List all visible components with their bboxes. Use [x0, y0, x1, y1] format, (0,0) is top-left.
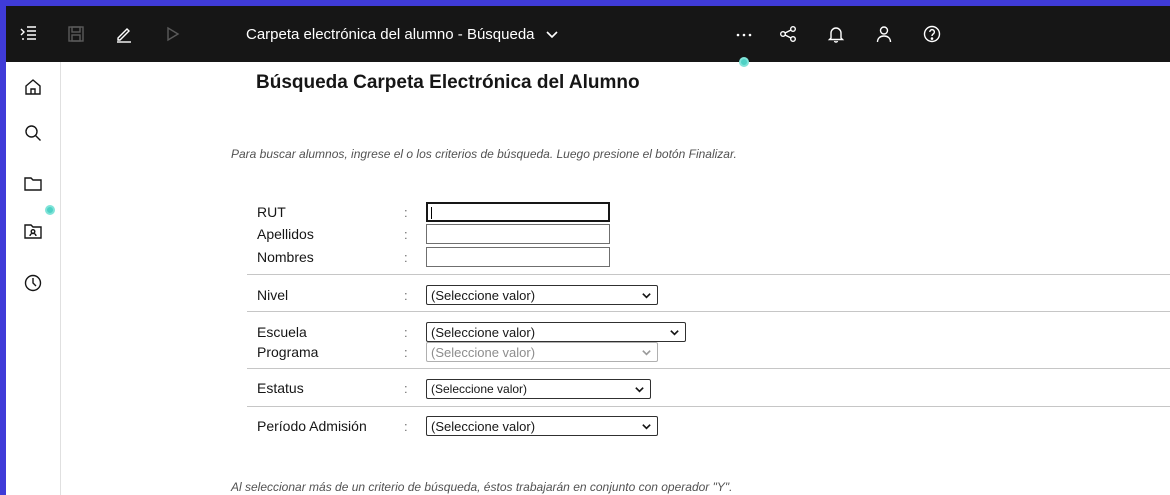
- escuela-value: (Seleccione valor): [431, 324, 536, 340]
- rut-label: RUT: [257, 204, 286, 220]
- nombres-colon: :: [404, 250, 408, 265]
- bell-icon[interactable]: [822, 20, 850, 48]
- page-title: Búsqueda Carpeta Electrónica del Alumno: [256, 72, 640, 93]
- report-title-dropdown[interactable]: Carpeta electrónica del alumno - Búsqued…: [246, 6, 559, 62]
- escuela-colon: :: [404, 325, 408, 340]
- home-icon[interactable]: [20, 74, 46, 100]
- report-title: Carpeta electrónica del alumno - Búsqued…: [246, 25, 535, 43]
- sidebar-indicator: [45, 205, 55, 215]
- periodo-admision-colon: :: [404, 419, 408, 434]
- play-icon[interactable]: [158, 20, 186, 48]
- nivel-select[interactable]: (Seleccione valor): [426, 285, 658, 305]
- apellidos-label: Apellidos: [257, 226, 314, 242]
- rut-field[interactable]: [426, 202, 610, 222]
- ellipsis-icon[interactable]: [730, 20, 758, 48]
- chevron-down-icon: [642, 293, 651, 299]
- contact-folder-icon[interactable]: [20, 218, 46, 244]
- periodo-admision-select[interactable]: (Seleccione valor): [426, 416, 658, 436]
- chevron-down-icon: [642, 424, 651, 430]
- activity-indicator: [739, 57, 749, 67]
- folder-icon[interactable]: [20, 170, 46, 196]
- programa-colon: :: [404, 345, 408, 360]
- chevron-down-icon: [642, 350, 651, 356]
- programa-label: Programa: [257, 344, 319, 360]
- estatus-colon: :: [404, 381, 408, 396]
- divider: [247, 406, 1170, 407]
- estatus-select[interactable]: (Seleccione valor): [426, 379, 651, 399]
- top-bar: Carpeta electrónica del alumno - Búsqued…: [6, 6, 1170, 62]
- apellidos-field[interactable]: [426, 224, 610, 244]
- search-icon[interactable]: [20, 120, 46, 146]
- user-icon[interactable]: [870, 20, 898, 48]
- chevron-down-icon: [670, 330, 679, 336]
- apellidos-colon: :: [404, 227, 408, 242]
- save-icon[interactable]: [62, 20, 90, 48]
- rut-colon: :: [404, 205, 408, 220]
- search-criteria-note: Al seleccionar más de un criterio de bús…: [231, 480, 733, 494]
- divider: [247, 368, 1170, 369]
- programa-select: (Seleccione valor): [426, 342, 658, 362]
- escuela-label: Escuela: [257, 324, 307, 340]
- nivel-label: Nivel: [257, 287, 289, 303]
- help-icon[interactable]: [918, 20, 946, 48]
- escuela-select[interactable]: (Seleccione valor): [426, 322, 686, 342]
- periodo-admision-label: Período Admisión: [257, 418, 367, 434]
- chevron-down-icon: [545, 31, 558, 39]
- main-content: Búsqueda Carpeta Electrónica del Alumno …: [61, 62, 1170, 495]
- clock-icon[interactable]: [20, 270, 46, 296]
- chevron-down-icon: [635, 387, 644, 393]
- text-caret: [431, 207, 432, 219]
- edit-icon[interactable]: [110, 20, 138, 48]
- menu-icon[interactable]: [14, 20, 42, 48]
- periodo-admision-value: (Seleccione valor): [431, 418, 536, 434]
- share-icon[interactable]: [774, 20, 802, 48]
- nivel-value: (Seleccione valor): [431, 287, 536, 303]
- divider: [247, 311, 1170, 312]
- estatus-label: Estatus: [257, 380, 304, 396]
- nivel-colon: :: [404, 288, 408, 303]
- nombres-field[interactable]: [426, 247, 610, 267]
- sidebar: [6, 62, 61, 495]
- estatus-value: (Seleccione valor): [431, 382, 528, 396]
- divider: [247, 274, 1170, 275]
- programa-value: (Seleccione valor): [431, 344, 536, 360]
- instructions-text: Para buscar alumnos, ingrese el o los cr…: [231, 147, 737, 161]
- nombres-label: Nombres: [257, 249, 314, 265]
